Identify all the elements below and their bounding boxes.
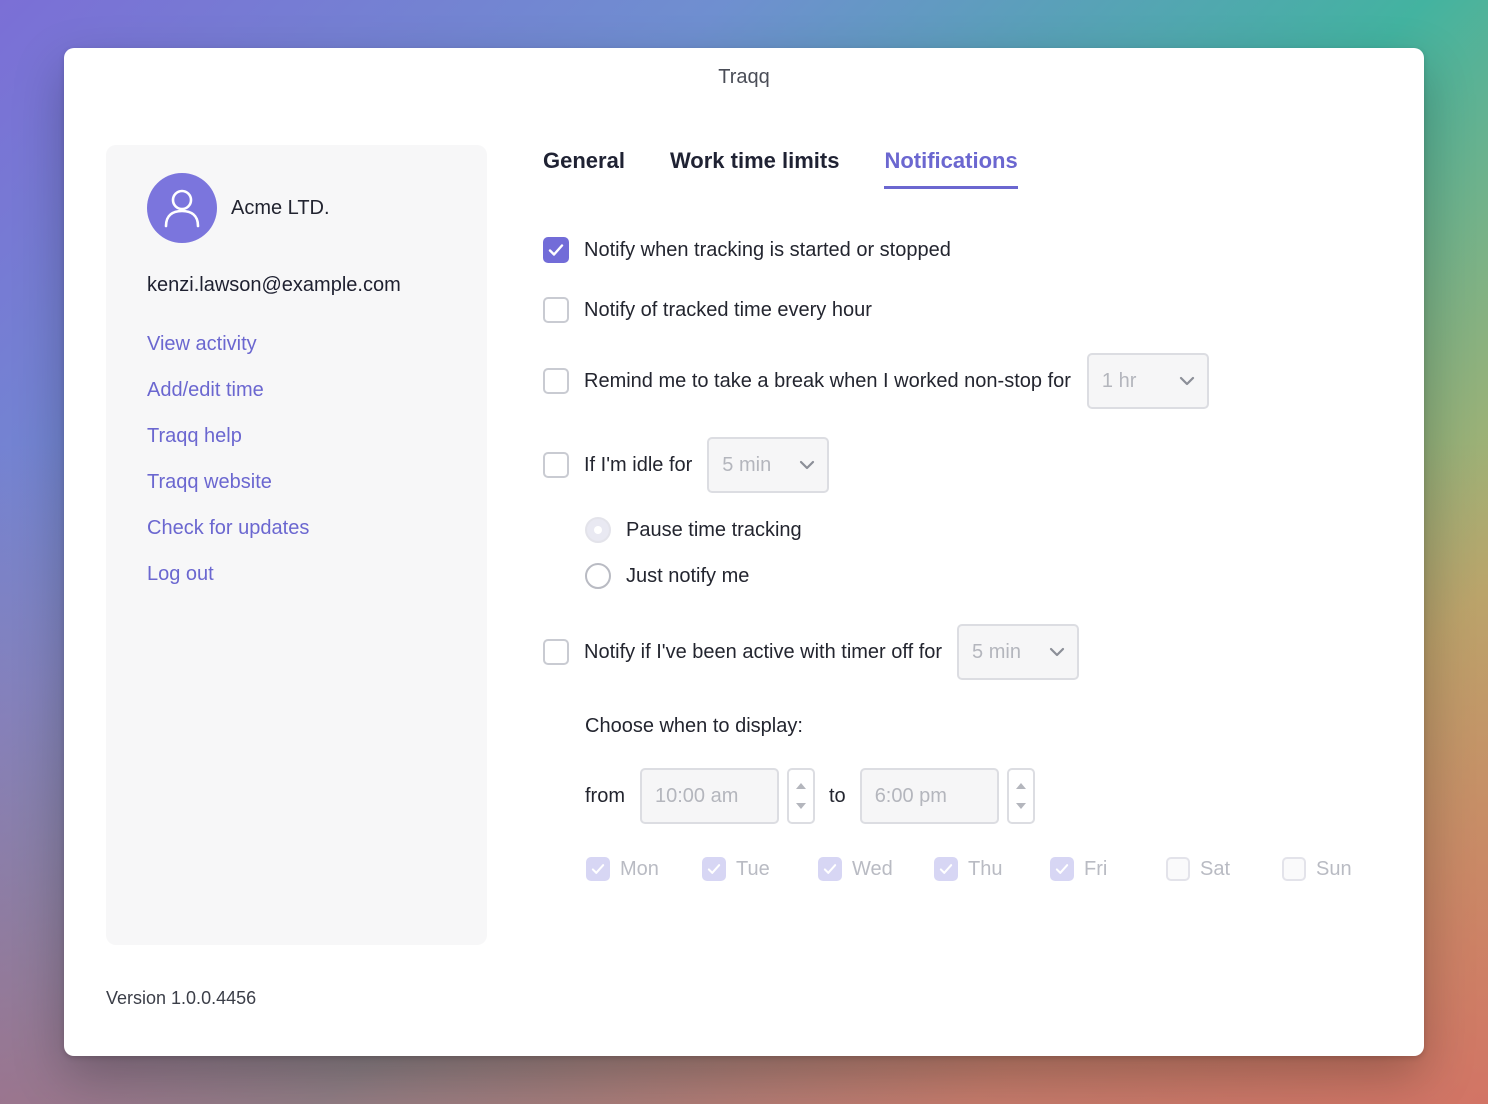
day-fri-checkbox[interactable]	[1050, 857, 1074, 881]
arrow-up-icon[interactable]	[1015, 782, 1027, 790]
setting-row-break-reminder: Remind me to take a break when I worked …	[543, 353, 1209, 409]
checkmark-icon	[591, 864, 605, 874]
break-duration-select[interactable]: 1 hr	[1086, 353, 1209, 409]
pause-tracking-radio[interactable]	[585, 517, 611, 543]
timer-off-checkbox[interactable]	[543, 639, 569, 665]
day-wed-label: Wed	[852, 857, 893, 880]
day-fri-label: Fri	[1084, 857, 1108, 880]
day-wed[interactable]: Wed	[818, 857, 934, 881]
display-days: Mon Tue Wed Thu Fri Sat Sun	[586, 856, 1398, 882]
from-time-input[interactable]: 10:00 am	[640, 768, 779, 824]
day-sat[interactable]: Sat	[1166, 857, 1282, 881]
app-window: Traqq Acme LTD. kenzi.lawson@example.com…	[64, 48, 1424, 1056]
display-time-range: from 10:00 am to 6:00 pm	[585, 768, 1035, 824]
day-sun-checkbox[interactable]	[1282, 857, 1306, 881]
day-sat-checkbox[interactable]	[1166, 857, 1190, 881]
checkmark-icon	[823, 864, 837, 874]
day-sat-label: Sat	[1200, 857, 1231, 880]
avatar	[147, 173, 217, 243]
sidebar-menu: View activity Add/edit time Traqq help T…	[147, 333, 309, 609]
chevron-down-icon	[800, 460, 815, 470]
timer-off-duration-select[interactable]: 5 min	[957, 624, 1080, 680]
arrow-down-icon[interactable]	[1015, 802, 1027, 810]
to-time-stepper[interactable]	[1006, 768, 1035, 824]
chevron-down-icon	[1179, 376, 1195, 386]
just-notify-label: Just notify me	[626, 564, 750, 587]
setting-row-timer-off: Notify if I've been active with timer of…	[543, 624, 1080, 680]
idle-checkbox[interactable]	[543, 452, 569, 478]
break-reminder-label: Remind me to take a break when I worked …	[584, 369, 1071, 392]
traqq-help-link[interactable]: Traqq help	[147, 425, 309, 471]
idle-label: If I'm idle for	[584, 453, 693, 476]
checkmark-icon	[1055, 864, 1069, 874]
day-mon-checkbox[interactable]	[586, 857, 610, 881]
day-sun[interactable]: Sun	[1282, 857, 1398, 881]
idle-option-pause[interactable]: Pause time tracking	[585, 516, 802, 544]
sidebar: Acme LTD. kenzi.lawson@example.com View …	[106, 145, 487, 945]
notify-every-hour-checkbox[interactable]	[543, 297, 569, 323]
day-sun-label: Sun	[1316, 857, 1352, 880]
day-thu[interactable]: Thu	[934, 857, 1050, 881]
from-label: from	[585, 784, 625, 807]
traqq-website-link[interactable]: Traqq website	[147, 471, 309, 517]
just-notify-radio[interactable]	[585, 563, 611, 589]
notify-started-stopped-checkbox[interactable]	[543, 237, 569, 263]
day-mon[interactable]: Mon	[586, 857, 702, 881]
day-wed-checkbox[interactable]	[818, 857, 842, 881]
checkmark-icon	[939, 864, 953, 874]
to-label: to	[829, 784, 846, 807]
add-edit-time-link[interactable]: Add/edit time	[147, 379, 309, 425]
day-tue-checkbox[interactable]	[702, 857, 726, 881]
setting-row-started-stopped: Notify when tracking is started or stopp…	[543, 236, 951, 264]
check-updates-link[interactable]: Check for updates	[147, 517, 309, 563]
arrow-up-icon[interactable]	[795, 782, 807, 790]
version-label: Version 1.0.0.4456	[106, 988, 257, 1008]
notify-started-stopped-label: Notify when tracking is started or stopp…	[584, 238, 951, 261]
timer-off-duration-value: 5 min	[972, 640, 1021, 663]
org-name: Acme LTD.	[231, 197, 330, 219]
view-activity-link[interactable]: View activity	[147, 333, 309, 379]
setting-row-idle: If I'm idle for 5 min	[543, 437, 830, 493]
log-out-link[interactable]: Log out	[147, 563, 309, 609]
tab-general[interactable]: General	[543, 148, 625, 189]
checkmark-icon	[707, 864, 721, 874]
idle-duration-value: 5 min	[722, 453, 772, 476]
to-time-input[interactable]: 6:00 pm	[859, 768, 999, 824]
day-thu-label: Thu	[968, 857, 1003, 880]
day-thu-checkbox[interactable]	[934, 857, 958, 881]
chevron-down-icon	[1049, 647, 1065, 657]
setting-row-every-hour: Notify of tracked time every hour	[543, 296, 872, 324]
day-fri[interactable]: Fri	[1050, 857, 1166, 881]
user-icon	[164, 189, 200, 228]
checkmark-icon	[548, 244, 564, 256]
timer-off-label: Notify if I've been active with timer of…	[584, 640, 943, 663]
tab-notifications[interactable]: Notifications	[884, 148, 1018, 189]
settings-tabs: General Work time limits Notifications	[543, 148, 1063, 189]
notify-every-hour-label: Notify of tracked time every hour	[584, 298, 872, 321]
break-duration-value: 1 hr	[1101, 369, 1137, 392]
arrow-down-icon[interactable]	[795, 802, 807, 810]
day-mon-label: Mon	[620, 857, 659, 880]
day-tue-label: Tue	[736, 857, 770, 880]
day-tue[interactable]: Tue	[702, 857, 818, 881]
user-email: kenzi.lawson@example.com	[147, 274, 401, 296]
pause-tracking-label: Pause time tracking	[626, 518, 802, 541]
from-time-stepper[interactable]	[787, 768, 815, 824]
break-reminder-checkbox[interactable]	[543, 368, 569, 394]
display-schedule-heading: Choose when to display:	[585, 714, 803, 737]
idle-option-notify[interactable]: Just notify me	[585, 562, 749, 590]
tab-work-time-limits[interactable]: Work time limits	[670, 148, 840, 189]
idle-duration-select[interactable]: 5 min	[707, 437, 830, 493]
window-title: Traqq	[718, 66, 770, 88]
